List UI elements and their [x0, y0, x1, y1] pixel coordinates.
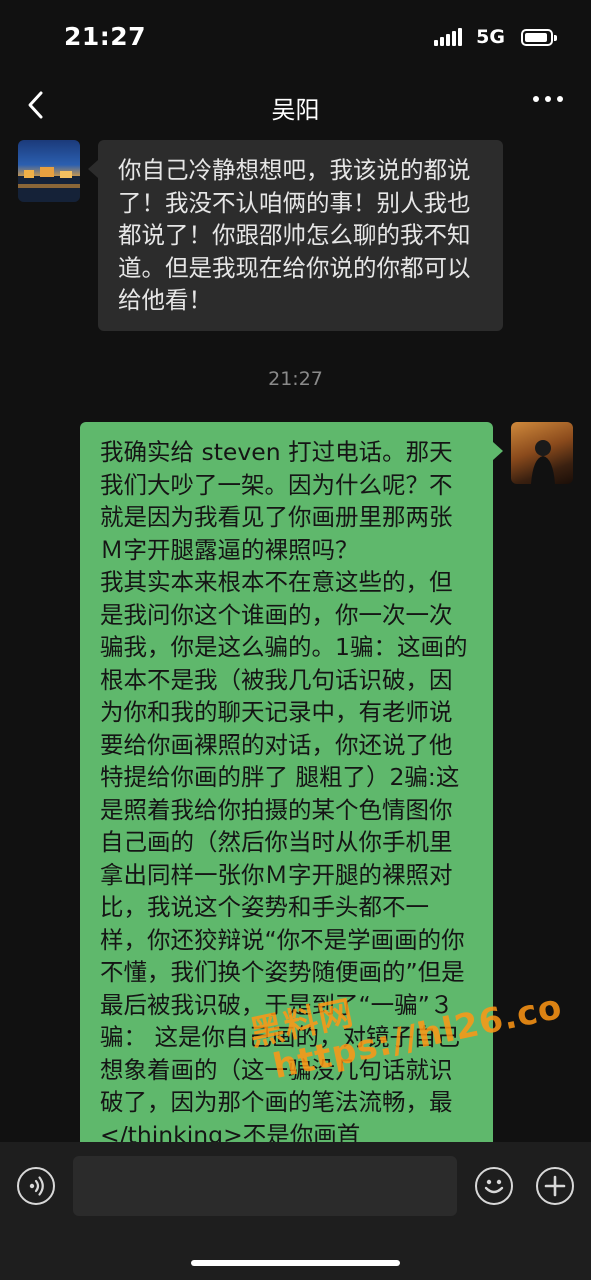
status-indicators: 5G — [434, 26, 557, 48]
status-time: 21:27 — [64, 22, 147, 51]
signal-icon — [434, 28, 463, 46]
outgoing-bubble-tail — [493, 442, 503, 460]
incoming-message-bubble[interactable]: 你自己冷静想想吧，我该说的都说了！我没不认咱俩的事！别人我也都说了！你跟邵帅怎么… — [88, 140, 503, 331]
message-input[interactable] — [73, 1156, 457, 1216]
my-avatar[interactable] — [511, 422, 573, 484]
chat-title: 吴阳 — [271, 96, 320, 124]
voice-icon[interactable] — [17, 1167, 55, 1205]
more-dots-icon[interactable] — [533, 96, 563, 102]
network-type: 5G — [476, 26, 505, 48]
emoji-icon[interactable] — [475, 1167, 513, 1205]
chat-header: 吴阳 — [0, 78, 591, 134]
status-bar: 21:27 5G — [0, 0, 591, 78]
message-list[interactable]: 你自己冷静想想吧，我该说的都说了！我没不认咱俩的事！别人我也都说了！你跟邵帅怎么… — [0, 134, 591, 1142]
contact-avatar[interactable] — [18, 140, 80, 202]
message-timestamp: 21:27 — [268, 368, 323, 390]
plus-icon[interactable] — [536, 1167, 574, 1205]
home-indicator[interactable] — [191, 1260, 400, 1266]
battery-icon — [521, 28, 557, 46]
